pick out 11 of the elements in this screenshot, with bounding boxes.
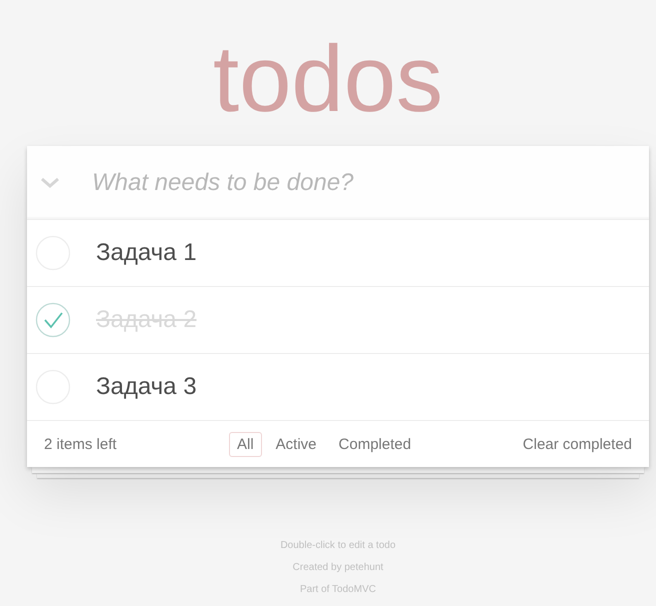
todo-text: Задача 1 [96,239,197,268]
filter-link[interactable]: Active [268,432,325,457]
new-todo-field[interactable]: What needs to be done? [92,168,649,197]
todo-text: Задача 3 [96,373,197,402]
items-left-count: 2 items left [44,436,118,453]
filter-link[interactable]: Completed [330,432,420,457]
app-title: todos [213,25,443,133]
chevron-icon[interactable] [40,176,60,189]
filter-link[interactable]: All [229,432,262,457]
checkbox[interactable] [35,302,71,338]
clear-completed-link[interactable]: Clear completed [522,436,632,453]
